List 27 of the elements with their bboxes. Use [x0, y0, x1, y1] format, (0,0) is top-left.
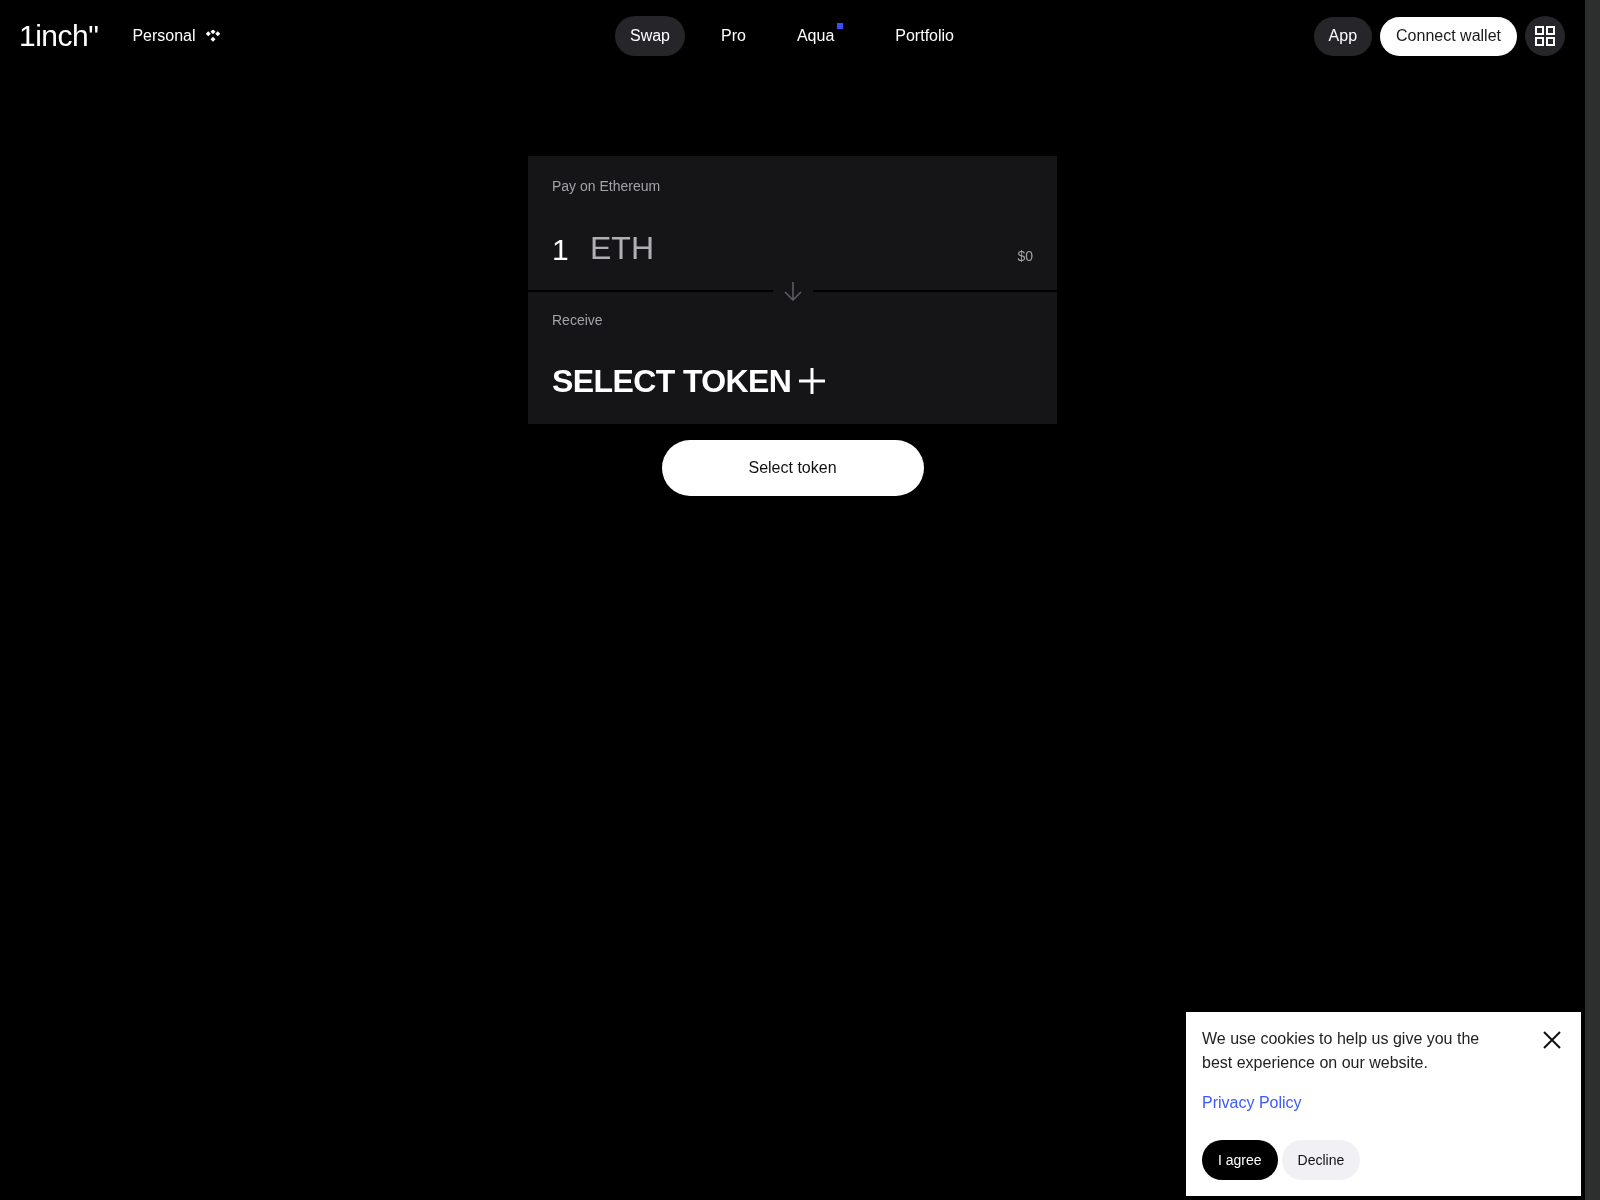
token-select-button[interactable]: ETH — [590, 228, 654, 268]
close-button[interactable] — [1542, 1030, 1562, 1050]
connect-wallet-button[interactable]: Connect wallet — [1380, 16, 1517, 56]
pay-label: Pay on Ethereum — [552, 177, 662, 196]
cookie-consent-button[interactable]: I agree — [1202, 1140, 1278, 1180]
privacy-policy-link[interactable]: Privacy Policy — [1202, 1091, 1302, 1115]
app-button[interactable]: App — [1313, 16, 1373, 56]
select-token-prompt[interactable]: SELECT TOKEN — [552, 361, 826, 401]
account-switcher[interactable]: Personal — [132, 24, 220, 48]
down-arrow-icon — [782, 281, 803, 301]
receive-label: Receive — [552, 311, 604, 330]
nav-tab[interactable]: Swap — [615, 16, 685, 56]
apps-menu-button[interactable] — [1525, 16, 1565, 56]
plus-icon — [799, 368, 826, 394]
nav-tab[interactable]: Aqua — [781, 16, 860, 56]
cookie-message: We use cookies to help us give you the best experience on our website. — [1202, 1029, 1481, 1073]
nav-tab[interactable]: Pro — [706, 16, 761, 56]
amount-input[interactable]: 1 — [552, 226, 578, 270]
nav-tab[interactable]: Portfolio — [880, 16, 969, 56]
fiat-value: $0 — [1017, 247, 1033, 266]
cookie-consent-button[interactable]: Decline — [1281, 1140, 1361, 1180]
logo[interactable]: 1inch" — [19, 21, 99, 51]
select-token-button[interactable]: Select token — [661, 440, 924, 496]
grid-icon — [1535, 26, 1555, 46]
close-icon — [1542, 1030, 1562, 1050]
dots-icon — [205, 30, 220, 42]
scrollbar-track[interactable] — [1585, 0, 1600, 1200]
